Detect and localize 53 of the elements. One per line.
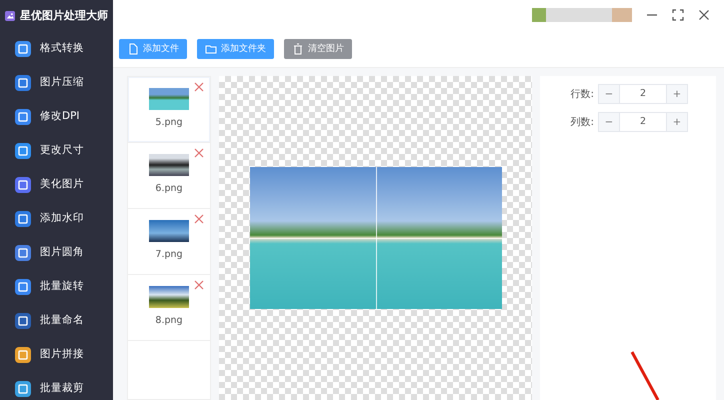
increment-button[interactable]: + (666, 112, 688, 132)
app-logo-icon (5, 8, 15, 24)
sidebar-item[interactable]: 批量旋转 (0, 270, 113, 304)
file-item[interactable]: 6.png (128, 143, 210, 209)
app-title: 星优图片处理大师 (20, 8, 108, 24)
sidebar-item[interactable]: 美化图片 (0, 168, 113, 202)
thumbnail-photo (149, 286, 189, 308)
sidebar-item[interactable]: 格式转换 (0, 32, 113, 66)
thumbnail-photo (149, 88, 189, 110)
tool-icon (14, 74, 32, 92)
file-name: 7.png (155, 248, 183, 262)
file-item[interactable]: 7.png (128, 209, 210, 275)
close-icon[interactable] (194, 82, 204, 92)
file-item[interactable]: 8.png (128, 275, 210, 341)
number-input[interactable]: 2 (620, 84, 666, 104)
number-input[interactable]: 2 (620, 112, 666, 132)
decrement-button[interactable]: − (598, 84, 620, 104)
tool-icon (14, 176, 32, 194)
file-name: 5.png (155, 116, 183, 130)
thumbnail-photo (149, 220, 189, 242)
tool-icon (14, 40, 32, 58)
setting-label: 行数: (570, 88, 594, 102)
tool-icon (14, 346, 32, 364)
sidebar-item[interactable]: 图片圆角 (0, 236, 113, 270)
sidebar-item[interactable]: 图片压缩 (0, 66, 113, 100)
tool-icon (14, 108, 32, 126)
tool-icon (14, 278, 32, 296)
tool-icon (14, 244, 32, 262)
file-name: 8.png (155, 314, 183, 328)
tool-icon (14, 210, 32, 228)
tool-icon (14, 142, 32, 160)
tool-icon (14, 312, 32, 330)
setting-label: 列数: (570, 116, 594, 130)
folder-icon (205, 42, 217, 54)
file-item[interactable]: 5.png (128, 77, 210, 143)
tool-icon (14, 380, 32, 398)
close-icon[interactable] (194, 280, 204, 290)
file-name: 6.png (155, 182, 183, 196)
sidebar-item[interactable]: 更改尺寸 (0, 134, 113, 168)
sidebar-item[interactable]: 修改DPI (0, 100, 113, 134)
trash-icon (292, 42, 304, 54)
increment-button[interactable]: + (666, 84, 688, 104)
sidebar-item[interactable]: 批量命名 (0, 304, 113, 338)
decrement-button[interactable]: − (598, 112, 620, 132)
sidebar-item[interactable]: 批量裁剪 (0, 372, 113, 400)
close-icon[interactable] (698, 9, 710, 21)
close-icon[interactable] (194, 214, 204, 224)
sidebar-item[interactable]: 图片拼接 (0, 338, 113, 372)
maximize-icon[interactable] (672, 9, 684, 21)
thumbnail-photo (149, 154, 189, 176)
sidebar-item[interactable]: 添加水印 (0, 202, 113, 236)
close-icon[interactable] (194, 148, 204, 158)
file-icon (127, 42, 139, 54)
